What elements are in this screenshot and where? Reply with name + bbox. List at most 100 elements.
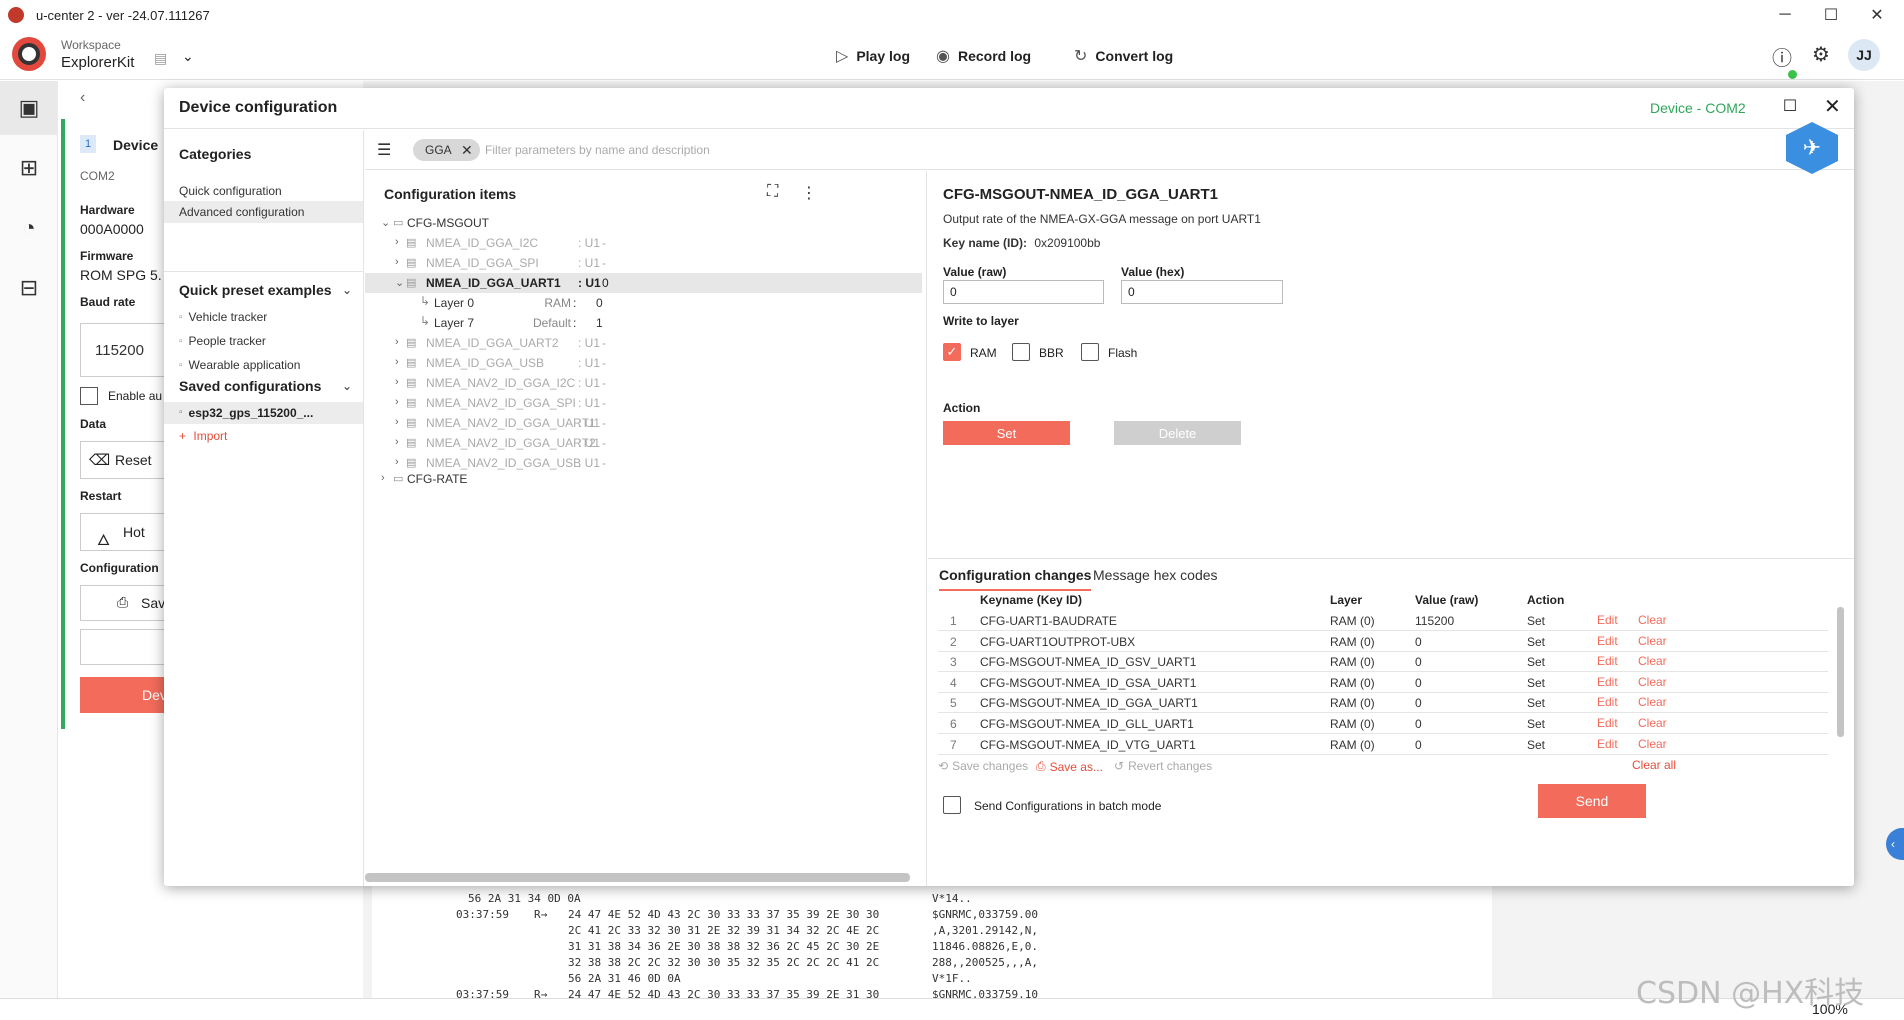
chevron-down-icon[interactable]: ⌄ xyxy=(381,216,390,229)
chevron-down-icon[interactable]: ⌄ xyxy=(182,48,194,65)
row-edit-link[interactable]: Edit xyxy=(1597,695,1618,709)
help-icon[interactable]: ⓘ xyxy=(1772,42,1792,71)
category-advanced-configuration[interactable]: Advanced configuration xyxy=(164,201,363,223)
chevron-down-icon[interactable]: ⌄ xyxy=(342,283,352,297)
chevron-right-icon[interactable]: › xyxy=(395,456,399,468)
enable-auto-checkbox[interactable] xyxy=(80,387,98,405)
chevron-right-icon[interactable]: › xyxy=(395,236,399,248)
more-vertical-icon[interactable]: ⋮ xyxy=(801,183,817,203)
baud-rate-select[interactable]: 115200 xyxy=(80,323,170,377)
chevron-down-icon[interactable]: ⌄ xyxy=(342,379,352,393)
chevron-right-icon[interactable]: › xyxy=(395,436,399,448)
maximize-button[interactable]: ☐ xyxy=(1808,0,1854,30)
row-clear-link[interactable]: Clear xyxy=(1638,613,1667,627)
clear-all-button[interactable]: Clear all xyxy=(1632,758,1676,772)
delete-button[interactable]: Delete xyxy=(1114,421,1241,445)
preset-vehicle-tracker[interactable]: ▫ Vehicle tracker xyxy=(179,310,267,324)
chevron-right-icon[interactable]: › xyxy=(395,376,399,388)
row-clear-link[interactable]: Clear xyxy=(1638,634,1667,648)
save-config-button[interactable]: ⎙ Sav xyxy=(80,585,170,621)
chevron-right-icon[interactable]: › xyxy=(395,416,399,428)
row-number: 7 xyxy=(950,737,957,752)
chevron-right-icon[interactable]: › xyxy=(395,336,399,348)
widgets-add-icon[interactable]: ⊞ xyxy=(14,153,44,183)
tab-message-hex-codes[interactable]: Message hex codes xyxy=(1093,567,1218,589)
batch-mode-checkbox[interactable] xyxy=(943,796,961,814)
filter-chip[interactable]: GGA ✕ xyxy=(413,139,480,161)
chevron-right-icon[interactable]: › xyxy=(395,396,399,408)
minimize-button[interactable]: ─ xyxy=(1762,0,1808,30)
hot-restart-button[interactable]: 🜂 Hot xyxy=(80,513,170,551)
set-button[interactable]: Set xyxy=(943,421,1070,445)
workspace-name[interactable]: ExplorerKit xyxy=(61,54,134,71)
play-log-button[interactable]: ▷ Play log xyxy=(836,44,910,68)
filter-input[interactable] xyxy=(485,140,1085,160)
tree-item[interactable]: ⌄ ▤ NMEA_ID_GGA_UART1: U1 0 xyxy=(365,273,922,293)
category-quick-configuration[interactable]: Quick configuration xyxy=(164,180,363,202)
gear-icon[interactable]: ⚙ xyxy=(1812,42,1830,67)
config-secondary-button[interactable] xyxy=(80,629,170,665)
back-arrow-icon[interactable]: ‹ xyxy=(80,89,85,107)
tree-item[interactable]: › ▤ NMEA_NAV2_ID_GGA_UART1: U1- xyxy=(365,413,922,433)
row-edit-link[interactable]: Edit xyxy=(1597,675,1618,689)
tree-item[interactable]: › ▤ NMEA_ID_GGA_SPI: U1- xyxy=(365,253,922,273)
row-clear-link[interactable]: Clear xyxy=(1638,675,1667,689)
tree-folder-msgout[interactable]: ⌄ ▭ CFG-MSGOUT xyxy=(365,213,922,233)
toolbox-icon[interactable]: ⊟ xyxy=(14,273,44,303)
reset-button[interactable]: ⌫ Reset xyxy=(80,441,170,479)
convert-log-button[interactable]: ↻ Convert log xyxy=(1074,44,1173,68)
value-raw-input[interactable] xyxy=(943,280,1104,304)
tree-item[interactable]: › ▤ NMEA_ID_GGA_I2C: U1- xyxy=(365,233,922,253)
tree-item[interactable]: › ▤ NMEA_NAV2_ID_GGA_I2C: U1- xyxy=(365,373,922,393)
row-clear-link[interactable]: Clear xyxy=(1638,716,1667,730)
tree-item[interactable]: › ▤ NMEA_ID_GGA_USB: U1- xyxy=(365,353,922,373)
device-action-button[interactable]: Dev xyxy=(80,677,170,713)
row-clear-link[interactable]: Clear xyxy=(1638,737,1667,751)
close-icon[interactable]: ✕ xyxy=(461,139,473,161)
row-edit-link[interactable]: Edit xyxy=(1597,654,1618,668)
row-edit-link[interactable]: Edit xyxy=(1597,716,1618,730)
chevron-right-icon[interactable]: › xyxy=(381,472,385,484)
tree-item[interactable]: › ▤ NMEA_NAV2_ID_GGA_SPI: U1- xyxy=(365,393,922,413)
save-as-button[interactable]: ⎙ Save as... xyxy=(1036,759,1103,774)
row-edit-link[interactable]: Edit xyxy=(1597,613,1618,627)
row-edit-link[interactable]: Edit xyxy=(1597,634,1618,648)
filter-list-icon[interactable]: ☰ xyxy=(377,140,391,160)
save-changes-button[interactable]: ⟲ Save changes xyxy=(938,759,1028,773)
dialog-close-button[interactable]: ✕ xyxy=(1824,94,1841,119)
tree-item[interactable]: › ▤ NMEA_NAV2_ID_GGA_UART2: U1- xyxy=(365,433,922,453)
avatar[interactable]: JJ xyxy=(1848,39,1880,71)
preset-people-tracker[interactable]: ▫ People tracker xyxy=(179,334,266,348)
horizontal-scrollbar[interactable] xyxy=(365,873,910,882)
tree-item[interactable]: › ▤ NMEA_ID_GGA_UART2: U1- xyxy=(365,333,922,353)
value-hex-input[interactable] xyxy=(1121,280,1283,304)
tree-folder-rate[interactable]: › ▭ CFG-RATE xyxy=(365,469,922,489)
revert-changes-button[interactable]: ↺ Revert changes xyxy=(1114,759,1212,773)
row-layer: RAM (0) xyxy=(1330,655,1375,670)
dialog-maximize-button[interactable]: ☐ xyxy=(1781,96,1799,115)
preset-wearable-application[interactable]: ▫ Wearable application xyxy=(179,358,300,372)
flash-checkbox[interactable] xyxy=(1081,343,1099,361)
row-clear-link[interactable]: Clear xyxy=(1638,654,1667,668)
workspace-file-icon[interactable]: ▤ xyxy=(154,50,167,67)
device-chip-icon[interactable]: ▣ xyxy=(14,93,44,123)
quick-preset-title[interactable]: Quick preset examples xyxy=(179,282,332,298)
tab-configuration-changes[interactable]: Configuration changes xyxy=(939,567,1092,591)
window-close-button[interactable]: ✕ xyxy=(1854,0,1900,30)
row-edit-link[interactable]: Edit xyxy=(1597,737,1618,751)
record-log-button[interactable]: ◉ Record log xyxy=(936,44,1031,68)
expand-icon[interactable]: ⛶ xyxy=(767,183,778,201)
chevron-right-icon[interactable]: › xyxy=(395,356,399,368)
tree-item-name: NMEA_NAV2_ID_GGA_UART2 xyxy=(426,436,596,450)
bbr-checkbox[interactable] xyxy=(1012,343,1030,361)
chevron-right-icon[interactable]: › xyxy=(395,256,399,268)
row-clear-link[interactable]: Clear xyxy=(1638,695,1667,709)
import-button[interactable]: + Import xyxy=(179,429,227,443)
saved-config-item[interactable]: ▫ esp32_gps_115200_... xyxy=(164,402,363,424)
ram-checkbox[interactable]: ✓ xyxy=(943,343,961,361)
send-button[interactable]: Send xyxy=(1538,784,1646,818)
gauge-icon[interactable]: ◔ xyxy=(14,213,44,243)
chevron-down-icon[interactable]: ⌄ xyxy=(395,276,404,289)
console-hex-6: 56 2A 31 46 0D 0A xyxy=(568,972,681,985)
vertical-scrollbar[interactable] xyxy=(1837,607,1844,737)
